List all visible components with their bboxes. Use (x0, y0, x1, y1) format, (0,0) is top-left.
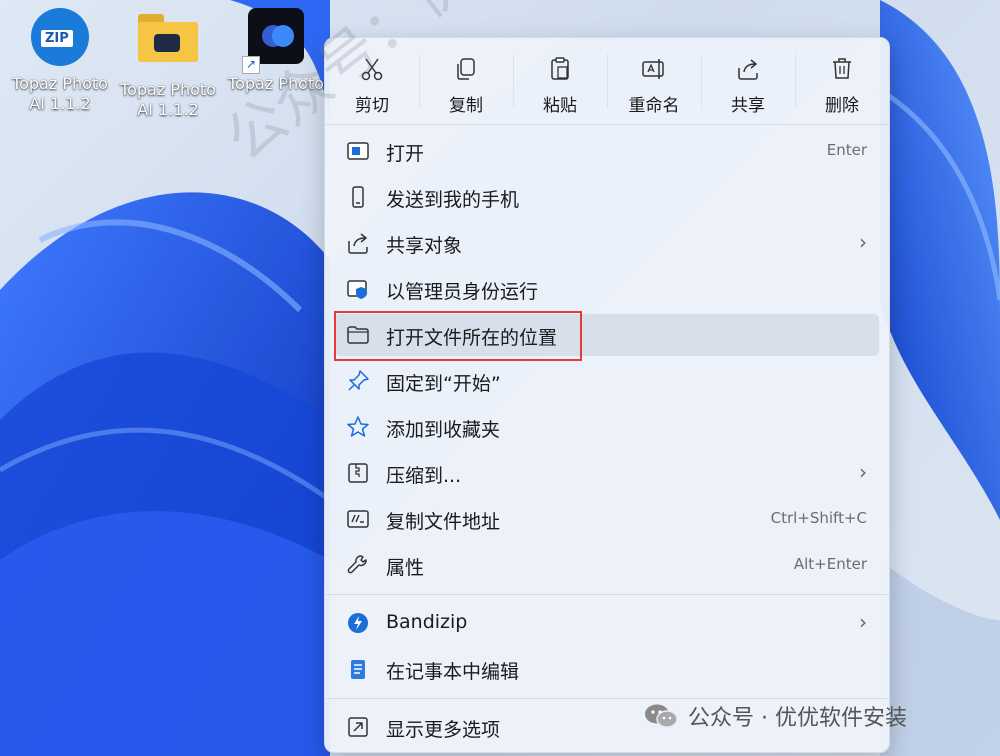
rename-icon (642, 59, 664, 79)
delete-label: 删除 (825, 96, 859, 116)
rename-label: 重命名 (628, 96, 680, 116)
menu-item-add-to-favorites[interactable]: 添加到收藏夹 (335, 406, 879, 448)
menu-item-run-as-admin[interactable]: 以管理员身份运行 (335, 268, 879, 310)
chevron-right-icon: › (859, 230, 867, 254)
shortcut-hint: Alt+Enter (793, 555, 867, 573)
desktop-icon-zip[interactable]: ZIP Topaz Photo AI 1.1.2 (6, 6, 114, 114)
menu-item-label: 压缩到... (386, 465, 462, 487)
admin-shield-icon (347, 280, 367, 299)
folder-icon (138, 14, 198, 62)
menu-item-label: 共享对象 (386, 235, 463, 257)
more-options-icon (348, 717, 368, 737)
phone-icon (352, 186, 364, 208)
paste-icon (551, 57, 569, 80)
zip-icon (348, 463, 368, 483)
trash-icon (833, 58, 851, 79)
shortcut-hint: Enter (826, 141, 867, 159)
pin-icon (348, 370, 369, 391)
menu-item-open[interactable]: 打开 Enter (335, 130, 879, 172)
open-app-icon (347, 142, 369, 160)
toolbar-divider (795, 54, 796, 108)
chevron-right-icon: › (859, 460, 867, 484)
menu-item-share-to[interactable]: 共享对象 › (335, 222, 879, 264)
toolbar-divider (607, 54, 608, 108)
menu-item-label: 添加到收藏夹 (386, 419, 501, 441)
copy-icon (457, 58, 475, 80)
bandizip-icon (348, 613, 368, 633)
chevron-right-icon: › (859, 610, 867, 634)
desktop-icon-label: Topaz Photo AI 1.1.2 (12, 74, 108, 113)
notepad-icon (351, 660, 365, 679)
menu-divider (325, 124, 889, 125)
menu-item-label: 固定到“开始” (386, 373, 501, 395)
menu-item-pin-to-start[interactable]: 固定到“开始” (335, 360, 879, 402)
share-icon (348, 233, 368, 254)
copy-label: 复制 (449, 96, 483, 116)
menu-item-label: 属性 (386, 557, 425, 579)
wechat-icon (645, 704, 678, 728)
menu-item-label: Bandizip (386, 611, 468, 633)
menu-item-copy-path[interactable]: 复制文件地址 Ctrl+Shift+C (335, 498, 879, 540)
menu-item-send-to-phone[interactable]: 发送到我的手机 (335, 176, 879, 218)
star-icon (347, 416, 369, 437)
highlight-box (334, 311, 582, 361)
menu-item-label: 打开 (386, 143, 425, 165)
paste-label: 粘贴 (543, 96, 577, 116)
toolbar-divider (701, 54, 702, 108)
bandizip-archive-icon: ZIP (31, 8, 89, 66)
menu-item-label: 发送到我的手机 (386, 189, 520, 211)
shortcut-hint: Ctrl+Shift+C (770, 509, 867, 527)
copy-button[interactable]: 复制 (419, 38, 513, 124)
path-icon (347, 510, 369, 528)
menu-item-edit-in-notepad[interactable]: 在记事本中编辑 (335, 648, 879, 690)
delete-button[interactable]: 删除 (795, 38, 889, 124)
bottom-watermark: 公众号 · 优优软件安装 (644, 700, 907, 732)
menu-divider (325, 594, 889, 595)
desktop-icon-folder[interactable]: Topaz Photo AI 1.1.2 (114, 6, 222, 120)
menu-item-label: 显示更多选项 (386, 719, 501, 741)
menu-item-compress-to[interactable]: 压缩到... › (335, 452, 879, 494)
paste-button[interactable]: 粘贴 (513, 38, 607, 124)
menu-item-label: 以管理员身份运行 (386, 281, 539, 303)
menu-item-label: 复制文件地址 (386, 511, 501, 533)
share-label: 共享 (731, 96, 765, 116)
menu-item-bandizip[interactable]: Bandizip › (335, 602, 879, 644)
context-menu: 剪切 复制 粘贴 重命名 共享 删除 打开 Enter 发送到我的手机 共享对象… (324, 37, 890, 753)
share-icon (738, 59, 758, 80)
share-button[interactable]: 共享 (701, 38, 795, 124)
watermark-text: 公众号 · 优优软件安装 (688, 706, 907, 731)
toolbar-divider (419, 54, 420, 108)
rename-button[interactable]: 重命名 (607, 38, 701, 124)
toolbar-divider (513, 54, 514, 108)
menu-item-properties[interactable]: 属性 Alt+Enter (335, 544, 879, 586)
zip-tag: ZIP (41, 30, 73, 47)
menu-item-label: 在记事本中编辑 (386, 661, 520, 683)
menu-divider (325, 698, 889, 699)
wrench-icon (347, 555, 367, 574)
desktop-icon-label: Topaz Photo AI 1.1.2 (120, 80, 216, 119)
